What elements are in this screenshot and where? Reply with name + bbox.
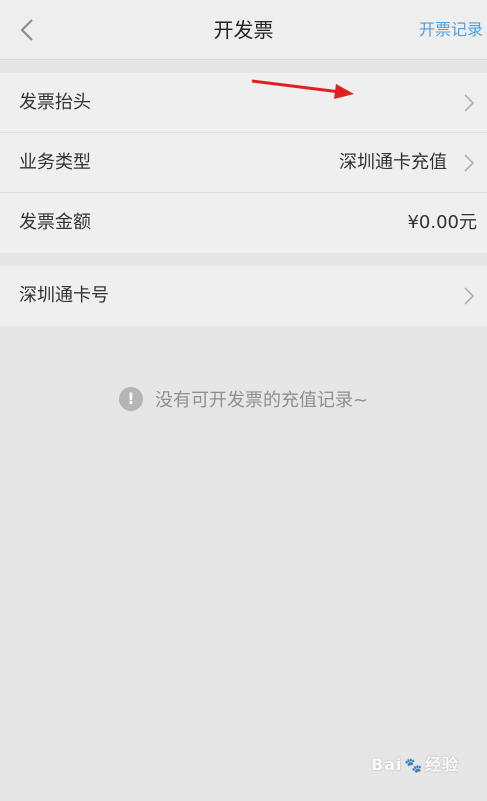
business-type-row[interactable]: 业务类型 深圳通卡充值 (0, 133, 487, 193)
info-icon: ! (118, 387, 143, 411)
card-number-group: 深圳通卡号 (0, 266, 487, 326)
row-label: 发票抬头 (19, 92, 91, 113)
card-number-row[interactable]: 深圳通卡号 (0, 266, 487, 326)
row-label: 发票金额 (19, 212, 91, 233)
empty-state: ! 没有可开发票的充值记录~ (0, 386, 487, 416)
watermark-brand: Bai (371, 755, 403, 774)
watermark-logo: Bai 🐾 经验 (371, 751, 459, 775)
nav-bar: 开发票 开票记录 (0, 0, 487, 60)
invoice-form-group: 发票抬头 业务类型 深圳通卡充值 发票金额 ¥0.00元 (0, 73, 487, 253)
invoice-amount-row: 发票金额 ¥0.00元 (0, 193, 487, 253)
chevron-right-icon (464, 154, 475, 172)
paw-icon: 🐾 (404, 758, 423, 774)
row-label: 深圳通卡号 (19, 285, 109, 306)
annotation-arrow-icon (251, 79, 354, 99)
empty-state-text: 没有可开发票的充值记录~ (154, 390, 369, 411)
page-title: 开发票 (213, 18, 274, 42)
chevron-right-icon (464, 287, 475, 305)
row-value: 深圳通卡充值 (339, 152, 447, 173)
watermark-suffix: 经验 (424, 755, 459, 774)
amount-value: ¥0.00元 (407, 212, 477, 233)
invoice-records-link[interactable]: 开票记录 (419, 0, 483, 60)
chevron-right-icon (464, 94, 475, 112)
invoice-title-row[interactable]: 发票抬头 (0, 73, 487, 133)
row-label: 业务类型 (19, 152, 91, 173)
